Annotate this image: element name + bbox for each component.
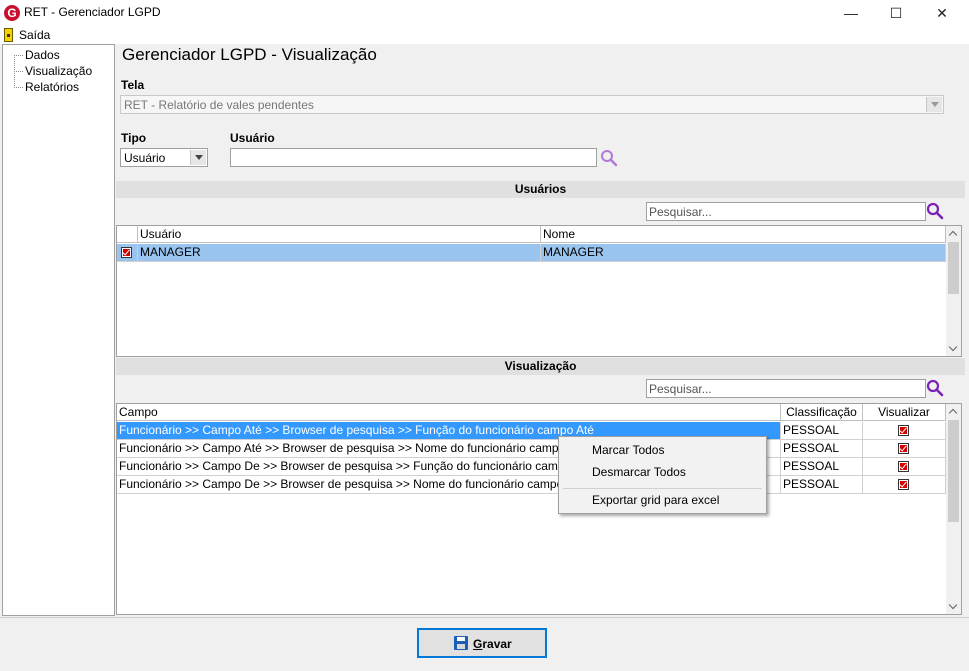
grid-header-classificacao[interactable]: Classificação [781, 404, 863, 421]
tree-item-dados[interactable]: Dados [25, 48, 60, 62]
usuario-input[interactable] [230, 148, 597, 167]
scrollbar-thumb[interactable] [948, 242, 959, 294]
row-check-cell [117, 244, 138, 262]
tipo-select-value: Usuário [124, 151, 166, 165]
search-icon[interactable] [926, 202, 944, 220]
scroll-down-icon[interactable] [949, 344, 958, 353]
visualizar-checkbox[interactable] [898, 425, 909, 436]
tela-label: Tela [121, 78, 145, 92]
tree-connector [14, 87, 23, 88]
context-menu-separator [563, 488, 762, 489]
tela-select-value: RET - Relatório de vales pendentes [124, 98, 314, 112]
floppy-disk-icon [454, 636, 468, 650]
usuarios-section-header: Usuários [116, 181, 965, 198]
tree-item-relatorios[interactable]: Relatórios [25, 80, 79, 94]
row-checkbox[interactable] [121, 247, 132, 258]
cell-classificacao: PESSOAL [781, 458, 863, 476]
scroll-up-icon[interactable] [949, 408, 958, 417]
table-row[interactable]: Funcionário >> Campo Até >> Browser de p… [117, 440, 946, 458]
usuarios-grid: Usuário Nome MANAGER MANAGER [116, 225, 962, 357]
cell-visualizar [863, 458, 946, 476]
exit-door-icon[interactable] [4, 28, 13, 42]
menu-exit[interactable]: Saída [19, 28, 50, 42]
footer-divider [0, 617, 969, 618]
search-icon[interactable] [926, 379, 944, 397]
cell-nome: MANAGER [541, 244, 946, 262]
visualizar-checkbox[interactable] [898, 443, 909, 454]
cell-classificacao: PESSOAL [781, 476, 863, 494]
close-button[interactable]: ✕ [919, 0, 965, 26]
context-item-exportar-excel[interactable]: Exportar grid para excel [592, 493, 719, 507]
maximize-button[interactable]: ☐ [873, 0, 919, 26]
tree-connector [14, 71, 23, 72]
visualizacao-search-box[interactable] [646, 379, 926, 398]
grid-header-visualizar[interactable]: Visualizar [863, 404, 946, 421]
window-title: RET - Gerenciador LGPD [24, 5, 161, 19]
table-row[interactable]: Funcionário >> Campo De >> Browser de pe… [117, 458, 946, 476]
usuario-label: Usuário [230, 131, 275, 145]
navigation-tree: Dados Visualização Relatórios [2, 44, 115, 616]
tree-item-visualizacao[interactable]: Visualização [25, 64, 92, 78]
usuarios-search-input[interactable] [647, 203, 925, 220]
tela-select[interactable]: RET - Relatório de vales pendentes [120, 95, 944, 114]
usuarios-scrollbar[interactable] [946, 226, 961, 356]
grid-header-check [117, 226, 138, 243]
table-row[interactable]: Funcionário >> Campo Até >> Browser de p… [117, 422, 946, 440]
scrollbar-thumb[interactable] [948, 420, 959, 522]
context-item-desmarcar-todos[interactable]: Desmarcar Todos [592, 465, 686, 479]
cell-visualizar [863, 476, 946, 494]
grid-header-nome[interactable]: Nome [541, 226, 946, 243]
context-item-marcar-todos[interactable]: Marcar Todos [592, 443, 664, 457]
cell-classificacao: PESSOAL [781, 440, 863, 458]
grid-header-campo[interactable]: Campo [117, 404, 781, 421]
usuarios-search-box[interactable] [646, 202, 926, 221]
app-logo-icon: G [4, 5, 20, 21]
page-title: Gerenciador LGPD - Visualização [122, 45, 377, 64]
visualizar-checkbox[interactable] [898, 479, 909, 490]
table-row[interactable]: MANAGER MANAGER [117, 244, 946, 262]
scroll-up-icon[interactable] [949, 230, 958, 239]
tipo-label: Tipo [121, 131, 147, 145]
tree-connector [14, 55, 23, 56]
minimize-button[interactable]: — [828, 0, 874, 26]
visualizacao-scrollbar[interactable] [946, 404, 961, 614]
menu-bar [0, 26, 969, 44]
visualizar-checkbox[interactable] [898, 461, 909, 472]
search-icon[interactable] [600, 149, 618, 167]
grid-header-usuario[interactable]: Usuário [138, 226, 541, 243]
visualizacao-search-input[interactable] [647, 380, 925, 397]
chevron-down-icon [926, 97, 942, 112]
visualizacao-section-header: Visualização [116, 358, 965, 375]
tipo-select[interactable]: Usuário [120, 148, 208, 167]
cell-visualizar [863, 440, 946, 458]
cell-visualizar [863, 422, 946, 440]
scroll-down-icon[interactable] [949, 602, 958, 611]
save-button[interactable]: Gravar [417, 628, 547, 658]
save-button-label: Gravar [473, 637, 512, 651]
cell-usuario: MANAGER [138, 244, 541, 262]
table-row[interactable]: Funcionário >> Campo De >> Browser de pe… [117, 476, 946, 494]
visualizacao-grid: Campo Classificação Visualizar Funcionár… [116, 403, 962, 615]
cell-classificacao: PESSOAL [781, 422, 863, 440]
chevron-down-icon [190, 150, 206, 165]
context-menu: Marcar Todos Desmarcar Todos Exportar gr… [558, 436, 767, 514]
